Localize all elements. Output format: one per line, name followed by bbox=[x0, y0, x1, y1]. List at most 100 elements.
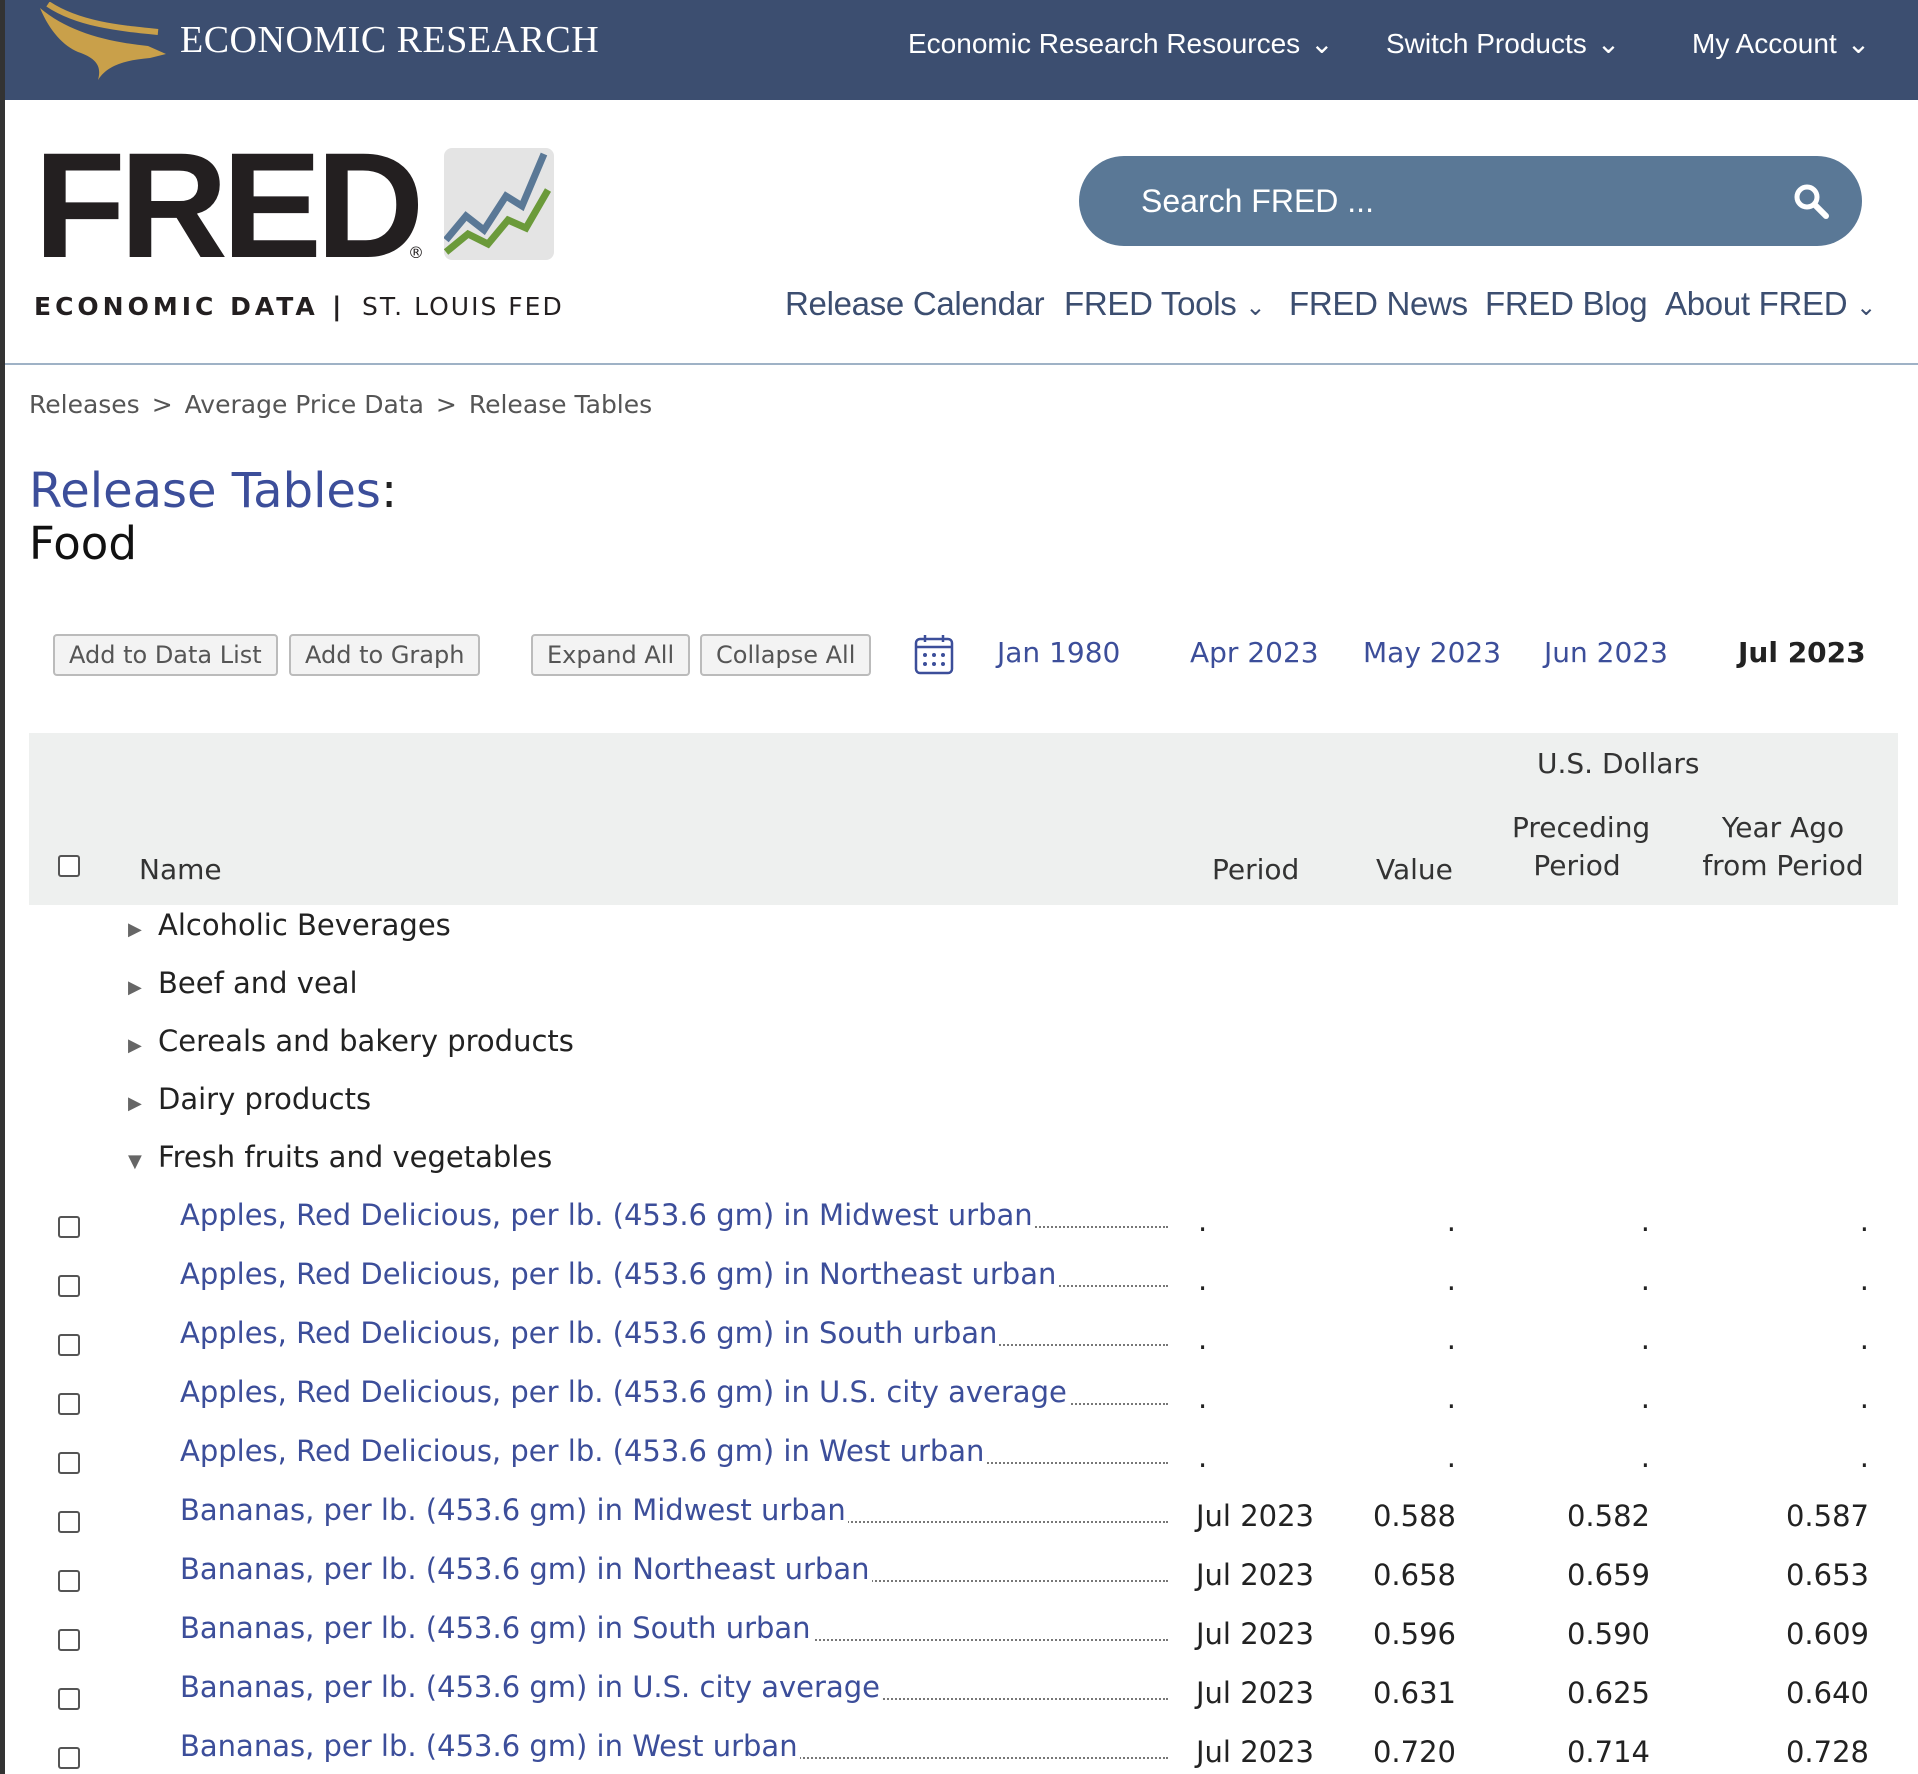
cell-period: . bbox=[1198, 1204, 1208, 1238]
cell-period: . bbox=[1198, 1381, 1208, 1415]
collapse-all-button[interactable]: Collapse All bbox=[700, 634, 872, 676]
date-link-jun-2023[interactable]: Jun 2023 bbox=[1544, 636, 1668, 669]
table-row: Bananas, per lb. (453.6 gm) in South urb… bbox=[0, 1611, 1918, 1669]
chevron-down-icon: ⌄ bbox=[1310, 28, 1334, 59]
registered-mark: ® bbox=[408, 243, 424, 262]
tagline-st-louis-fed: ST. LOUIS FED bbox=[362, 292, 564, 321]
add-to-graph-button[interactable]: Add to Graph bbox=[289, 634, 481, 676]
cell-preceding: . bbox=[1640, 1381, 1650, 1415]
collapse-triangle-icon: ▼ bbox=[128, 1151, 142, 1172]
table-row: Bananas, per lb. (453.6 gm) in U.S. city… bbox=[0, 1670, 1918, 1728]
search-input[interactable] bbox=[1139, 176, 1743, 226]
page-title-link[interactable]: Release Tables bbox=[29, 463, 381, 519]
period-header: Period bbox=[1212, 853, 1300, 886]
nav-release-calendar[interactable]: Release Calendar bbox=[785, 285, 1045, 323]
nav-fred-news[interactable]: FRED News bbox=[1289, 285, 1468, 323]
cell-year-ago: . bbox=[1859, 1440, 1869, 1474]
cell-preceding: . bbox=[1640, 1204, 1650, 1238]
table-row: Apples, Red Delicious, per lb. (453.6 gm… bbox=[0, 1257, 1918, 1315]
category-alcoholic-beverages[interactable]: ▶ Alcoholic Beverages bbox=[128, 908, 451, 942]
units-header: U.S. Dollars bbox=[1537, 747, 1700, 780]
series-link[interactable]: Apples, Red Delicious, per lb. (453.6 gm… bbox=[180, 1316, 1168, 1356]
cell-value: 0.631 bbox=[1372, 1676, 1456, 1710]
cell-period: Jul 2023 bbox=[1196, 1735, 1315, 1769]
cell-period: Jul 2023 bbox=[1196, 1499, 1315, 1533]
date-active-jul-2023: Jul 2023 bbox=[1738, 636, 1866, 669]
row-checkbox[interactable] bbox=[58, 1511, 80, 1533]
series-link[interactable]: Apples, Red Delicious, per lb. (453.6 gm… bbox=[180, 1375, 1168, 1415]
name-header: Name bbox=[139, 853, 222, 886]
category-cereals-and-bakery[interactable]: ▶ Cereals and bakery products bbox=[128, 1024, 574, 1058]
table-header: U.S. Dollars Name Period Value Preceding… bbox=[29, 733, 1898, 905]
topnav-switch-products[interactable]: Switch Products ⌄ bbox=[1386, 27, 1620, 60]
header-divider bbox=[0, 363, 1918, 365]
date-link-apr-2023[interactable]: Apr 2023 bbox=[1190, 636, 1319, 669]
row-checkbox[interactable] bbox=[58, 1570, 80, 1592]
row-checkbox[interactable] bbox=[58, 1334, 80, 1356]
cell-value: 0.596 bbox=[1372, 1617, 1456, 1651]
series-link[interactable]: Bananas, per lb. (453.6 gm) in U.S. city… bbox=[180, 1670, 1168, 1710]
cell-value: . bbox=[1446, 1263, 1456, 1297]
category-beef-and-veal[interactable]: ▶ Beef and veal bbox=[128, 966, 358, 1000]
calendar-icon[interactable] bbox=[914, 634, 954, 676]
row-checkbox[interactable] bbox=[58, 1275, 80, 1297]
series-link[interactable]: Bananas, per lb. (453.6 gm) in South urb… bbox=[180, 1611, 1168, 1651]
expand-triangle-icon: ▶ bbox=[128, 977, 142, 998]
breadcrumb-average-price-data[interactable]: Average Price Data bbox=[185, 390, 424, 419]
economic-research-title[interactable]: ECONOMIC RESEARCH bbox=[180, 18, 599, 62]
row-checkbox[interactable] bbox=[58, 1629, 80, 1651]
category-dairy-products[interactable]: ▶ Dairy products bbox=[128, 1082, 371, 1116]
add-to-data-list-button[interactable]: Add to Data List bbox=[53, 634, 278, 676]
cell-year-ago: . bbox=[1859, 1381, 1869, 1415]
table-row: Apples, Red Delicious, per lb. (453.6 gm… bbox=[0, 1316, 1918, 1374]
page-subtitle: Food bbox=[29, 517, 137, 570]
cell-year-ago: 0.640 bbox=[1785, 1676, 1869, 1710]
breadcrumb-releases[interactable]: Releases bbox=[29, 390, 140, 419]
row-checkbox[interactable] bbox=[58, 1747, 80, 1769]
row-checkbox[interactable] bbox=[58, 1452, 80, 1474]
chevron-down-icon: ⌄ bbox=[1846, 28, 1871, 59]
expand-triangle-icon: ▶ bbox=[128, 1035, 142, 1056]
cell-value: . bbox=[1446, 1440, 1456, 1474]
series-link[interactable]: Bananas, per lb. (453.6 gm) in West urba… bbox=[180, 1729, 1168, 1769]
table-row: Apples, Red Delicious, per lb. (453.6 gm… bbox=[0, 1198, 1918, 1256]
eagle-logo-icon[interactable] bbox=[38, 2, 168, 82]
row-checkbox[interactable] bbox=[58, 1688, 80, 1710]
nav-fred-blog[interactable]: FRED Blog bbox=[1485, 285, 1648, 323]
table-row: Bananas, per lb. (453.6 gm) in Northeast… bbox=[0, 1552, 1918, 1610]
series-link[interactable]: Apples, Red Delicious, per lb. (453.6 gm… bbox=[180, 1198, 1168, 1238]
cell-preceding: 0.714 bbox=[1566, 1735, 1650, 1769]
series-link[interactable]: Apples, Red Delicious, per lb. (453.6 gm… bbox=[180, 1257, 1168, 1297]
cell-period: . bbox=[1198, 1440, 1208, 1474]
cell-year-ago: . bbox=[1859, 1263, 1869, 1297]
year-ago-header: Year Ago from Period bbox=[1702, 811, 1864, 882]
row-checkbox[interactable] bbox=[58, 1393, 80, 1415]
nav-about-fred[interactable]: About FRED ⌄ bbox=[1665, 285, 1876, 323]
cell-year-ago: 0.587 bbox=[1785, 1499, 1869, 1533]
cell-period: Jul 2023 bbox=[1196, 1617, 1315, 1651]
cell-value: 0.658 bbox=[1372, 1558, 1456, 1592]
series-link[interactable]: Bananas, per lb. (453.6 gm) in Northeast… bbox=[180, 1552, 1168, 1592]
search-box bbox=[1079, 156, 1862, 246]
tagline-economic-data: ECONOMIC DATA bbox=[34, 292, 319, 321]
date-link-may-2023[interactable]: May 2023 bbox=[1363, 636, 1501, 669]
cell-year-ago: . bbox=[1859, 1322, 1869, 1356]
series-link[interactable]: Bananas, per lb. (453.6 gm) in Midwest u… bbox=[180, 1493, 1168, 1533]
search-icon[interactable] bbox=[1793, 183, 1829, 219]
category-fresh-fruits-and-vegetables[interactable]: ▼ Fresh fruits and vegetables bbox=[128, 1140, 552, 1174]
series-link[interactable]: Apples, Red Delicious, per lb. (453.6 gm… bbox=[180, 1434, 1168, 1474]
chevron-down-icon: ⌄ bbox=[1596, 28, 1621, 59]
expand-all-button[interactable]: Expand All bbox=[531, 634, 691, 676]
date-link-jan-1980[interactable]: Jan 1980 bbox=[997, 636, 1120, 669]
nav-fred-tools[interactable]: FRED Tools ⌄ bbox=[1064, 285, 1265, 323]
select-all-checkbox[interactable] bbox=[58, 855, 80, 877]
fred-logo[interactable]: FRED bbox=[34, 130, 424, 280]
cell-preceding: . bbox=[1640, 1440, 1650, 1474]
topnav-my-account[interactable]: My Account ⌄ bbox=[1692, 27, 1870, 60]
preceding-period-header: Preceding Period bbox=[1512, 811, 1651, 882]
row-checkbox[interactable] bbox=[58, 1216, 80, 1238]
cell-value: 0.588 bbox=[1372, 1499, 1456, 1533]
table-row: Apples, Red Delicious, per lb. (453.6 gm… bbox=[0, 1434, 1918, 1492]
fred-chart-icon[interactable] bbox=[444, 148, 554, 260]
topnav-economic-research-resources[interactable]: Economic Research Resources ⌄ bbox=[908, 27, 1334, 60]
